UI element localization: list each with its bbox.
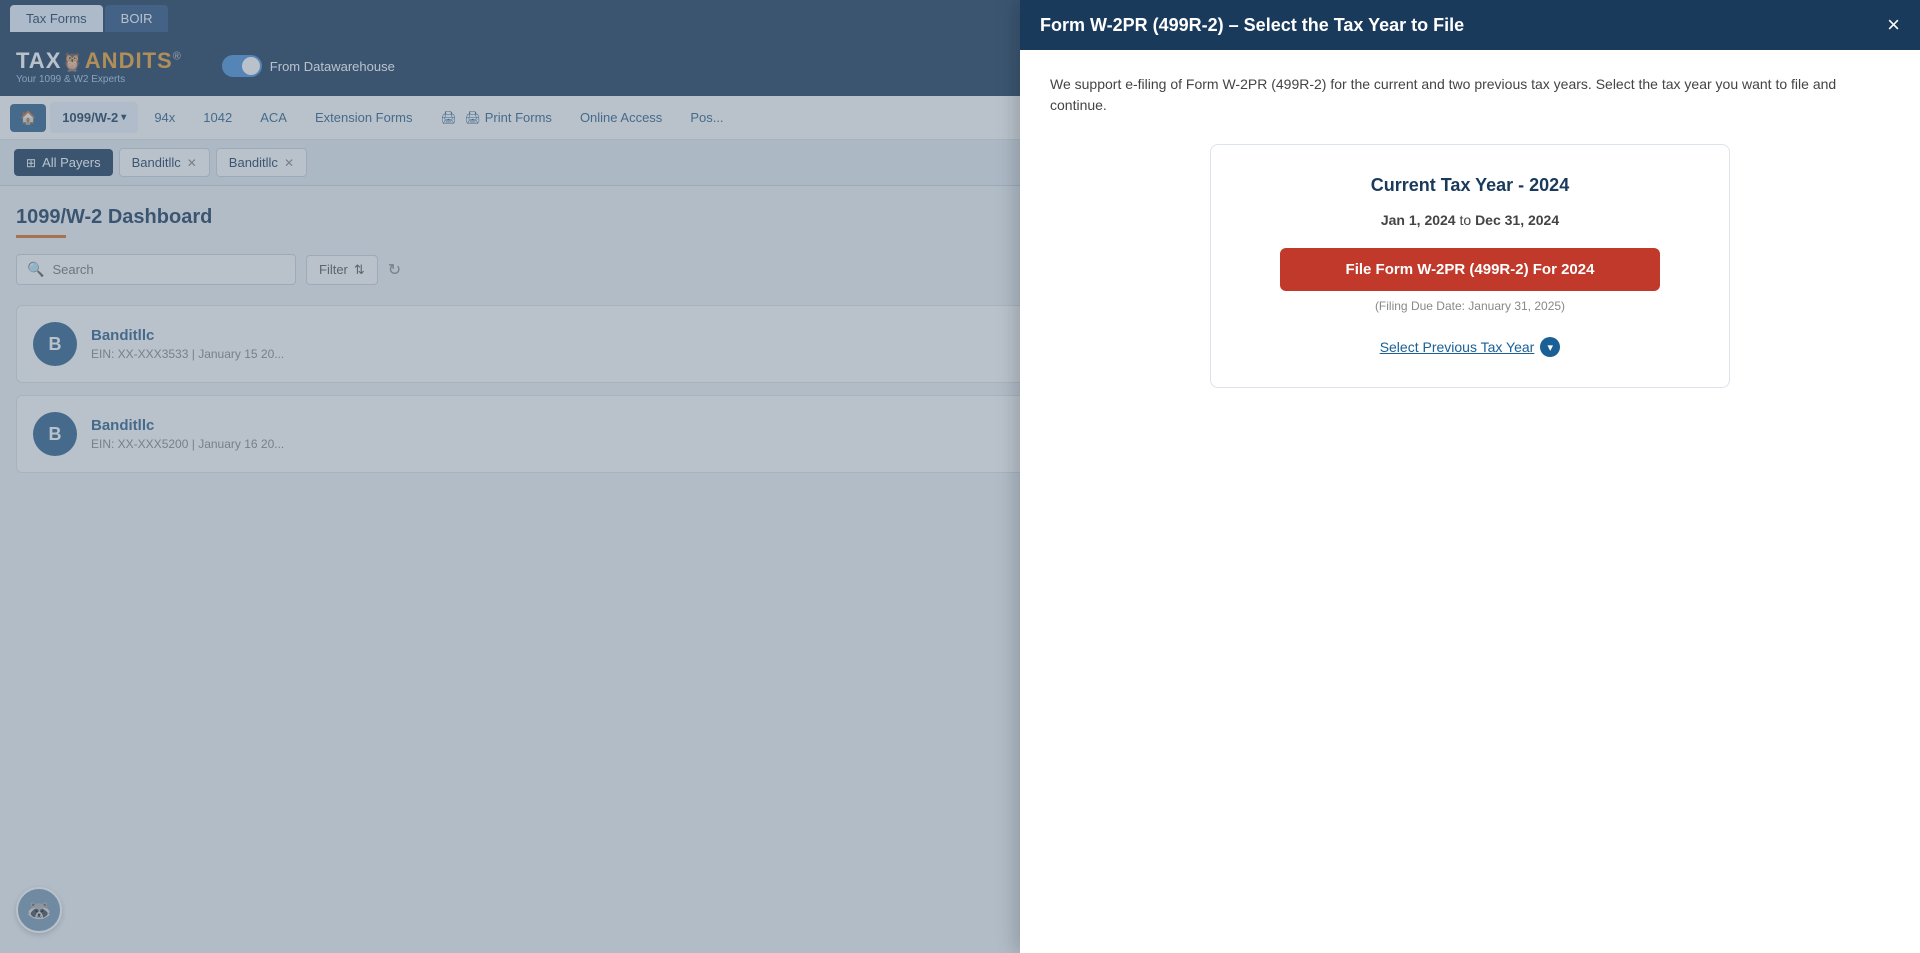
modal: Form W-2PR (499R-2) – Select the Tax Yea…: [1020, 0, 1920, 953]
current-tax-year-heading: Current Tax Year - 2024: [1235, 175, 1705, 196]
modal-close-button[interactable]: ×: [1887, 14, 1900, 36]
select-prev-year-label: Select Previous Tax Year: [1380, 339, 1535, 355]
modal-title: Form W-2PR (499R-2) – Select the Tax Yea…: [1040, 15, 1464, 36]
tax-year-card: Current Tax Year - 2024 Jan 1, 2024 to D…: [1210, 144, 1730, 388]
date-to: Dec 31, 2024: [1475, 212, 1559, 228]
filing-due-date: (Filing Due Date: January 31, 2025): [1235, 299, 1705, 313]
date-range: Jan 1, 2024 to Dec 31, 2024: [1235, 212, 1705, 228]
modal-body: We support e-filing of Form W-2PR (499R-…: [1020, 50, 1920, 953]
modal-header: Form W-2PR (499R-2) – Select the Tax Yea…: [1020, 0, 1920, 50]
date-from: Jan 1, 2024: [1381, 212, 1456, 228]
file-form-button[interactable]: File Form W-2PR (499R-2) For 2024: [1280, 248, 1660, 291]
modal-description: We support e-filing of Form W-2PR (499R-…: [1050, 74, 1890, 116]
select-previous-tax-year[interactable]: Select Previous Tax Year ▾: [1235, 337, 1705, 357]
dropdown-chevron-icon: ▾: [1540, 337, 1560, 357]
